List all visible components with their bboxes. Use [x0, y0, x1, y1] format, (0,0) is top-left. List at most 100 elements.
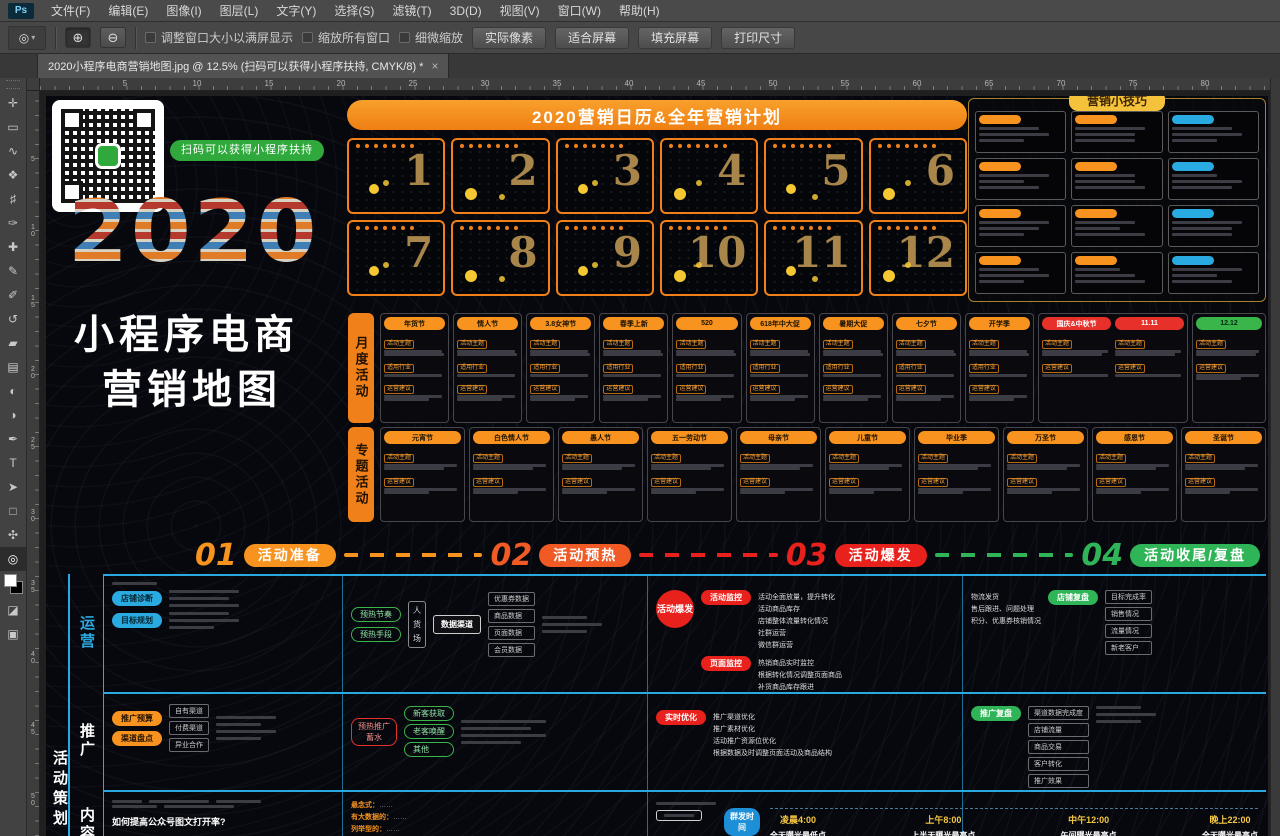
audience-node: 老客唤醒 — [404, 724, 454, 739]
shape-tool[interactable]: □ — [0, 499, 26, 523]
eraser-tool[interactable]: ▰ — [0, 331, 26, 355]
poster-image: 扫码可以获得小程序扶持 2020 小程序电商 营销地图 2020营销日历&全年营… — [46, 96, 1268, 836]
type-tool[interactable]: T — [0, 451, 26, 475]
document-canvas[interactable]: 扫码可以获得小程序扶持 2020 小程序电商 营销地图 2020营销日历&全年营… — [40, 91, 1270, 836]
people-goods-scene-box: 人货场 — [408, 601, 426, 648]
brush-tool[interactable]: ✎ — [0, 259, 26, 283]
menu-item[interactable]: 帮助(H) — [610, 0, 669, 22]
node-pill: 目标规划 — [112, 613, 162, 628]
card-row-label: 活动主题 — [384, 340, 414, 349]
move-tool[interactable]: ✛ — [0, 91, 26, 115]
phase-number: 04 — [1081, 538, 1123, 573]
menu-item[interactable]: 文件(F) — [42, 0, 99, 22]
burst-circle: 活动爆发 — [656, 590, 694, 628]
monitor-item: 补货商品库存跟进 — [758, 682, 842, 692]
activity-card: 元宵节 活动主题 运营建议 — [380, 427, 465, 522]
monitor-pill: 页面监控 — [701, 656, 751, 671]
realtime-optimize-pill: 实时优化 — [656, 710, 706, 725]
highlight-dot — [905, 180, 911, 186]
timeline-slot: 凌晨4:00 全天曝光最低点 — [770, 813, 826, 836]
hand-tool[interactable]: ✣ — [0, 523, 26, 547]
print-size-button[interactable]: 打印尺寸 — [721, 27, 795, 49]
scrubby-zoom-checkbox[interactable]: 细微缩放 — [399, 29, 463, 46]
tip-card — [1071, 111, 1162, 153]
zoom-tool-preset[interactable]: ◎ ▾ — [8, 26, 46, 50]
ruler-label: 5 — [27, 124, 39, 195]
month-cell: 4 — [660, 138, 758, 214]
menu-item[interactable]: 文字(Y) — [267, 0, 325, 22]
menu-item[interactable]: 编辑(E) — [99, 0, 157, 22]
highlight-dot — [578, 266, 588, 276]
zoom-all-windows-checkbox[interactable]: 缩放所有窗口 — [302, 29, 390, 46]
copy-style-line: 列举型的：…… — [351, 824, 639, 834]
screen-mode-tool[interactable]: ▣ — [0, 622, 26, 646]
pen-tool[interactable]: ✒ — [0, 427, 26, 451]
history-brush-tool[interactable]: ↺ — [0, 307, 26, 331]
menu-item[interactable]: 图层(L) — [211, 0, 268, 22]
december-card: 12.12 活动主题 运营建议 — [1192, 313, 1266, 423]
card-row-label: 活动主题 — [750, 340, 780, 349]
tip-card — [1168, 111, 1259, 153]
menu-item[interactable]: 滤镜(T) — [383, 0, 440, 22]
menu-item[interactable]: 3D(D) — [441, 0, 491, 22]
document-tab[interactable]: 2020小程序电商营销地图.jpg @ 12.5% (扫码可以获得小程序扶持, … — [37, 54, 449, 78]
foreground-color-swatch[interactable] — [4, 574, 17, 587]
menu-item[interactable]: 视图(V) — [491, 0, 549, 22]
wrapup-item: 积分、优惠券核销情况 — [971, 616, 1041, 626]
quick-mask-tool[interactable]: ◪ — [0, 598, 26, 622]
panel-grip[interactable] — [6, 80, 20, 89]
dodge-tool[interactable]: ◑ — [0, 403, 26, 427]
quick-selection-tool[interactable]: ❖ — [0, 163, 26, 187]
card-row-label: 运营建议 — [829, 478, 859, 487]
resize-windows-checkbox[interactable]: 调整窗口大小以满屏显示 — [145, 29, 293, 46]
menu-items: 文件(F)编辑(E)图像(I)图层(L)文字(Y)选择(S)滤镜(T)3D(D)… — [42, 0, 669, 22]
gradient-tool[interactable]: ▤ — [0, 355, 26, 379]
crop-tool[interactable]: ♯ — [0, 187, 26, 211]
lasso-tool[interactable]: ∿ — [0, 139, 26, 163]
menu-bar: Ps 文件(F)编辑(E)图像(I)图层(L)文字(Y)选择(S)滤镜(T)3D… — [0, 0, 1280, 22]
q4-activities-card: 国庆&中秋节 活动主题 运营建议 11.11 活动主题 运营建议 — [1038, 313, 1188, 423]
node-pill: 预热手段 — [351, 627, 401, 642]
chevron-down-icon: ▾ — [31, 33, 35, 42]
marquee-tool[interactable]: ▭ — [0, 115, 26, 139]
menu-item[interactable]: 窗口(W) — [549, 0, 610, 22]
color-swatches[interactable] — [0, 571, 26, 598]
menu-item[interactable]: 选择(S) — [325, 0, 383, 22]
broadcast-timeline: 群发时间 凌晨4:00 全天曝光最低点 — [724, 808, 1258, 836]
ruler-label: 70 — [1025, 78, 1097, 90]
card-row-label: 活动主题 — [1115, 340, 1145, 349]
phase-03: 03 活动爆发 — [786, 538, 927, 573]
card-row-label: 活动主题 — [1096, 454, 1126, 463]
highlight-dot — [383, 262, 389, 268]
activity-card: 儿童节 活动主题 运营建议 — [825, 427, 910, 522]
panel-dock-strip[interactable] — [1270, 78, 1280, 836]
card-row-label: 运营建议 — [651, 478, 681, 487]
ruler-label: 55 — [809, 78, 881, 90]
fit-screen-button[interactable]: 适合屏幕 — [555, 27, 629, 49]
close-icon[interactable]: × — [431, 59, 438, 73]
left-strip: 活动策划 — [46, 574, 70, 836]
clone-stamp-tool[interactable]: ✐ — [0, 283, 26, 307]
path-selection-tool[interactable]: ➤ — [0, 475, 26, 499]
zoom-out-toggle[interactable]: ⊖ — [100, 27, 126, 48]
activity-name: 圣诞节 — [1185, 431, 1262, 444]
ruler-origin[interactable] — [27, 78, 40, 91]
content-band: 如何提高公众号图文打开率? 悬念式：…… — [104, 790, 1266, 836]
card-row-label: 运营建议 — [1196, 364, 1226, 373]
vertical-ruler: 5101520253035404550 — [27, 91, 40, 836]
highlight-dot — [465, 270, 477, 282]
zoom-in-toggle[interactable]: ⊕ — [65, 27, 91, 48]
phase-number: 01 — [195, 538, 237, 573]
zoom-tool[interactable]: ◎ — [0, 547, 26, 571]
menu-item[interactable]: 图像(I) — [157, 0, 210, 22]
eyedropper-tool[interactable]: ✑ — [0, 211, 26, 235]
operations-band: 店铺诊断 目标规划 预热节奏 — [104, 574, 1266, 692]
blur-tool[interactable]: ◐ — [0, 379, 26, 403]
ruler-label: 40 — [27, 622, 39, 693]
tip-card — [1168, 158, 1259, 200]
card-row-label: 活动主题 — [918, 454, 948, 463]
activity-name: 毕业季 — [918, 431, 995, 444]
actual-pixels-button[interactable]: 实际像素 — [472, 27, 546, 49]
fill-screen-button[interactable]: 填充屏幕 — [638, 27, 712, 49]
healing-brush-tool[interactable]: ✚ — [0, 235, 26, 259]
